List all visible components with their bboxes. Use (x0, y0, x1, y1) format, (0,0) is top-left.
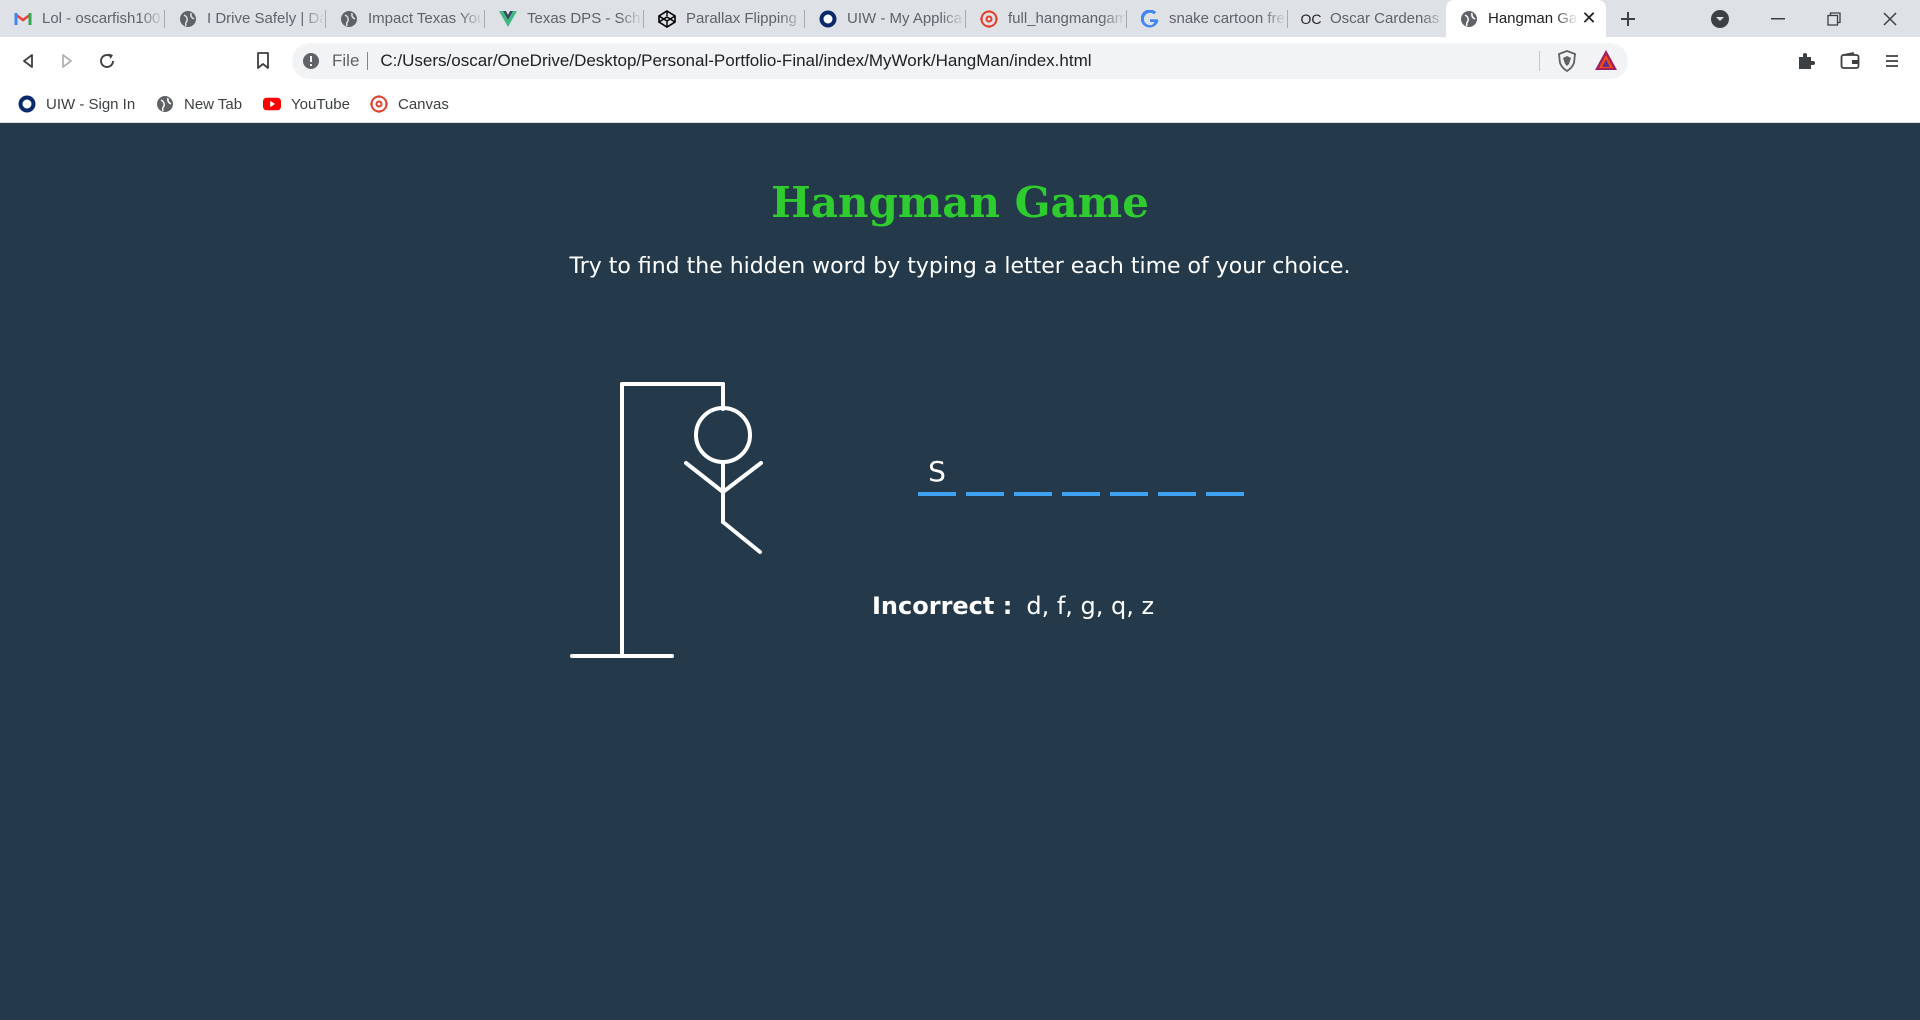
canvas-icon (980, 9, 998, 28)
letter-slot (1110, 454, 1148, 496)
browser-toolbar: File C:/Users/oscar/OneDrive/Desktop/Per… (0, 37, 1920, 85)
close-icon[interactable]: ✕ (1580, 9, 1598, 27)
letter-slot (1014, 454, 1052, 496)
back-button[interactable] (14, 47, 42, 75)
youtube-icon (263, 95, 281, 113)
globe-icon (156, 95, 174, 113)
letter-slot (1062, 454, 1100, 496)
gmail-icon (14, 10, 32, 28)
incorrect-letters: d, f, g, q, z (1026, 592, 1155, 620)
tab-impact-texas[interactable]: Impact Texas You (326, 0, 484, 37)
hangman-right-leg (721, 520, 762, 554)
globe-icon (340, 10, 358, 28)
letter-slot (966, 454, 1004, 496)
forward-button[interactable] (53, 47, 81, 75)
letter-slot (1206, 454, 1244, 496)
letter-slot (1158, 454, 1196, 496)
tab-hangman-game[interactable]: Hangman Ga ✕ (1446, 0, 1606, 37)
word-display: S (918, 454, 1254, 496)
globe-icon (179, 10, 197, 28)
uiw-icon (18, 95, 36, 113)
tab-idrivesafely[interactable]: I Drive Safely | Da (165, 0, 325, 37)
tab-strip: Lol - oscarfish100 I Drive Safely | Da I… (0, 0, 1920, 37)
hangman-figure (570, 382, 763, 658)
canvas-icon (370, 95, 388, 113)
tab-uiw-application[interactable]: UIW - My Applica (805, 0, 965, 37)
tab-parallax[interactable]: Parallax Flipping (644, 0, 804, 37)
bookmark-uiw-sign-in[interactable]: UIW - Sign In (18, 85, 135, 123)
incorrect-guesses: Incorrect : d, f, g, q, z (872, 592, 1154, 620)
address-bar[interactable]: File C:/Users/oscar/OneDrive/Desktop/Per… (292, 43, 1628, 79)
globe-icon (1460, 10, 1478, 28)
url-text[interactable]: C:/Users/oscar/OneDrive/Desktop/Personal… (380, 51, 1091, 71)
wallet-icon[interactable] (1836, 47, 1864, 75)
info-icon[interactable] (302, 52, 320, 70)
bookmark-youtube[interactable]: YouTube (263, 85, 350, 123)
restore-icon[interactable] (1814, 0, 1854, 37)
hangman-right-arm (721, 461, 763, 494)
google-icon (1141, 9, 1159, 28)
hangman-head (694, 406, 752, 464)
brave-shield-icon[interactable] (1556, 50, 1578, 73)
tab-search-icon[interactable] (1700, 0, 1740, 37)
bookmark-label: YouTube (291, 95, 350, 113)
bookmark-label: UIW - Sign In (46, 95, 136, 113)
menu-icon[interactable] (1878, 47, 1906, 75)
letter-slot: S (918, 454, 956, 496)
bookmark-label: Canvas (398, 95, 449, 113)
bookmark-new-tab[interactable]: New Tab (156, 85, 242, 123)
minimize-icon[interactable] (1758, 0, 1798, 37)
bookmark-label: New Tab (184, 95, 243, 113)
oc-icon: OC (1300, 10, 1322, 27)
codepen-icon (658, 9, 676, 28)
bookmark-icon[interactable] (249, 47, 277, 75)
url-scheme: File (332, 51, 360, 70)
incorrect-label: Incorrect : (872, 592, 1013, 620)
close-window-icon[interactable] (1870, 0, 1910, 37)
hangman-page: Hangman Game Try to find the hidden word… (0, 124, 1920, 1020)
page-title: Hangman Game (771, 178, 1149, 227)
extensions-icon[interactable] (1792, 47, 1820, 75)
tab-snake-cartoon[interactable]: snake cartoon fre (1127, 0, 1287, 37)
page-subtitle: Try to find the hidden word by typing a … (569, 254, 1351, 279)
new-tab-button[interactable] (1608, 0, 1648, 37)
tab-gmail[interactable]: Lol - oscarfish100 (0, 0, 164, 37)
tab-texas-dps[interactable]: Texas DPS - Sche (485, 0, 643, 37)
hangman-left-arm (684, 461, 725, 494)
bookmarks-bar: UIW - Sign In New Tab YouTube Canvas (0, 85, 1920, 123)
reload-button[interactable] (93, 47, 121, 75)
tab-full-hangman[interactable]: full_hangmangam (966, 0, 1126, 37)
tab-oscar-cardenas[interactable]: OC Oscar Cardenas (1288, 0, 1446, 37)
brave-rewards-icon[interactable] (1594, 49, 1618, 73)
bookmark-canvas[interactable]: Canvas (370, 85, 449, 123)
vue-icon (499, 10, 517, 28)
uiw-icon (819, 10, 837, 28)
